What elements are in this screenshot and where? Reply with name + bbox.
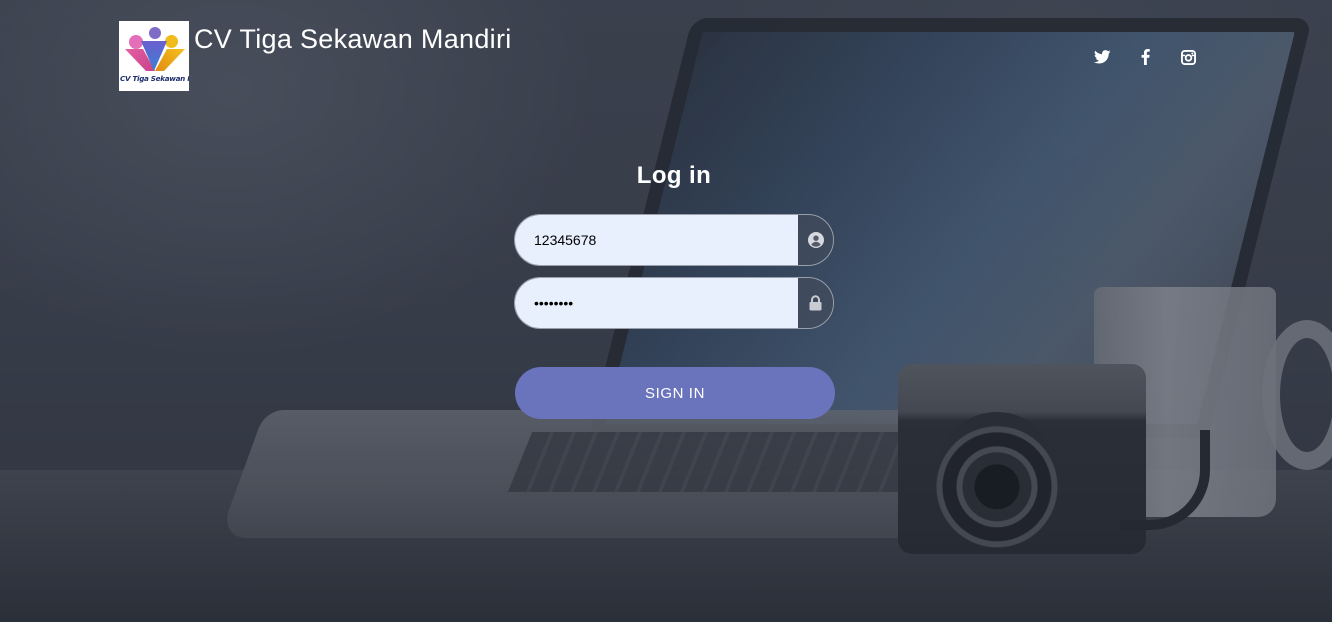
username-input[interactable] [515,215,798,265]
instagram-icon [1181,49,1196,65]
login-title: Log in [636,162,712,189]
facebook-icon [1141,49,1150,65]
company-logo: CV Tiga Sekawan Mandiri [119,21,189,91]
facebook-link[interactable] [1124,47,1167,67]
twitter-link[interactable] [1081,47,1124,67]
social-links [1081,47,1210,67]
sign-in-button[interactable]: SIGN IN [515,367,835,419]
password-field-group [514,277,834,329]
twitter-icon [1094,50,1111,64]
brand-title: CV Tiga Sekawan Mandiri [194,24,512,54]
password-input[interactable] [515,278,798,328]
brand[interactable]: CV Tiga Sekawan Mandiri CV Tiga Sekawan … [119,21,512,91]
logo-text: CV Tiga Sekawan Mandiri [120,74,189,83]
username-field-group [514,214,834,266]
instagram-link[interactable] [1167,47,1210,67]
